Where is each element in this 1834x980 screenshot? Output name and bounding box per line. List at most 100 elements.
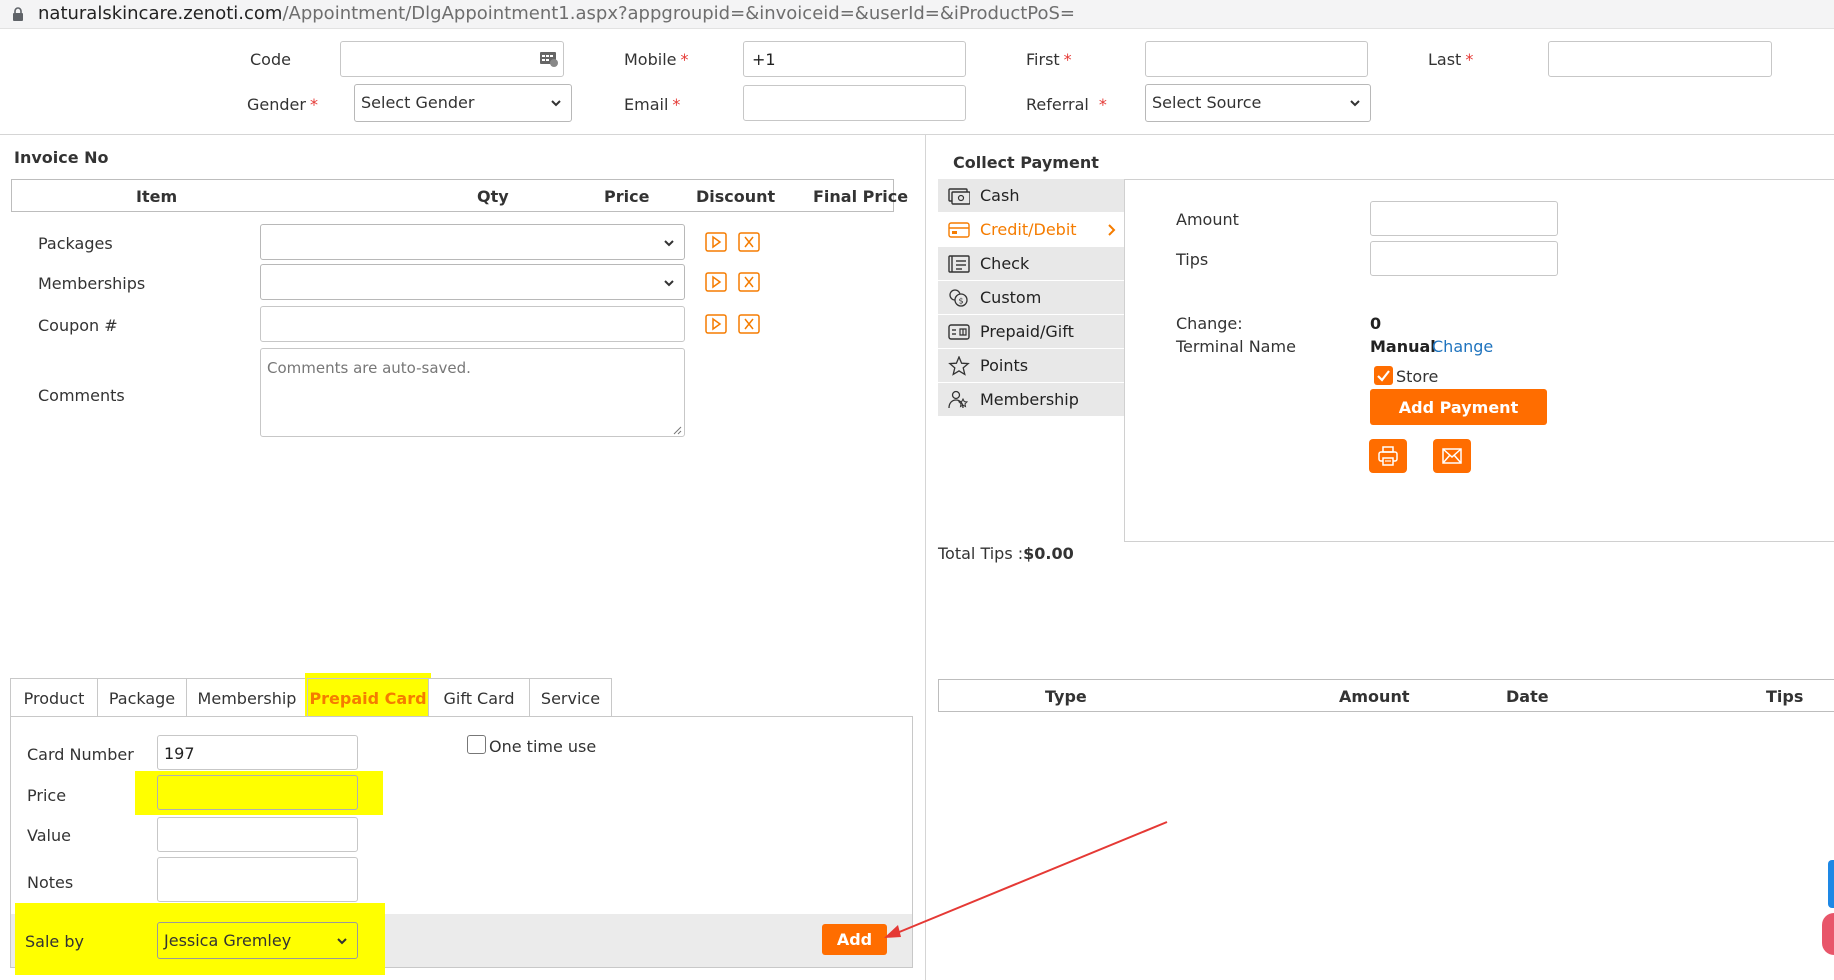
play-icon[interactable]	[705, 232, 727, 252]
play-icon[interactable]	[705, 272, 727, 292]
chat-widget[interactable]	[1822, 913, 1834, 955]
change-terminal-link[interactable]: Change	[1432, 337, 1493, 356]
tab-product[interactable]: Product	[10, 678, 98, 717]
tab-service[interactable]: Service	[529, 678, 612, 717]
one-time-use-label: One time use	[489, 737, 597, 756]
memberships-select[interactable]	[260, 264, 685, 300]
notes-input[interactable]	[157, 857, 358, 902]
side-widget[interactable]	[1828, 860, 1834, 908]
check-icon	[948, 255, 970, 273]
custom-payment-icon: $	[949, 289, 968, 307]
tab-package[interactable]: Package	[97, 678, 187, 717]
chevron-down-icon	[337, 938, 347, 945]
notes-label: Notes	[27, 873, 74, 892]
coupon-label: Coupon #	[38, 316, 118, 335]
mobile-input[interactable]: +1	[743, 41, 966, 77]
chevron-down-icon	[664, 240, 674, 247]
comments-textarea[interactable]: Comments are auto-saved.	[260, 348, 685, 437]
last-name-label: Last *	[1428, 50, 1474, 69]
remove-icon[interactable]	[738, 272, 760, 292]
payment-method-prepaid-gift[interactable]: Prepaid/Gift	[938, 315, 1124, 349]
card-number-label: Card Number	[27, 745, 134, 764]
referral-select[interactable]: Select Source	[1145, 84, 1371, 122]
svg-text:$: $	[959, 297, 964, 306]
first-name-input[interactable]	[1145, 41, 1368, 77]
payment-method-custom[interactable]: $ Custom	[938, 281, 1124, 315]
remove-icon[interactable]	[738, 314, 760, 334]
column-item: Item	[136, 187, 178, 206]
star-icon	[948, 356, 970, 376]
card-lookup-icon[interactable]	[539, 50, 559, 68]
email-label: Email *	[624, 95, 681, 114]
print-button[interactable]	[1369, 439, 1407, 473]
tab-membership[interactable]: Membership	[186, 678, 308, 717]
lock-icon	[13, 7, 23, 21]
tips-input[interactable]	[1370, 241, 1558, 276]
code-input[interactable]	[340, 41, 564, 77]
invoice-title: Invoice No	[14, 148, 109, 167]
column-final-price: Final Price	[813, 187, 909, 206]
payment-method-points[interactable]: Points	[938, 349, 1124, 383]
column-qty: Qty	[477, 187, 509, 206]
remove-icon[interactable]	[738, 232, 760, 252]
sale-by-label: Sale by	[25, 932, 84, 951]
referral-label: Referral *	[1026, 95, 1107, 114]
chevron-down-icon	[551, 100, 561, 107]
mobile-label: Mobile *	[624, 50, 689, 69]
collect-payment-title: Collect Payment	[953, 153, 1099, 172]
browser-url-bar[interactable]: naturalskincare.zenoti.com/Appointment/D…	[0, 0, 1834, 29]
email-receipt-button[interactable]	[1433, 439, 1471, 473]
email-input[interactable]	[743, 85, 966, 121]
gender-label: Gender *	[247, 95, 318, 114]
value-input[interactable]	[157, 817, 358, 852]
checkmark-icon	[1377, 370, 1390, 382]
amount-input[interactable]	[1370, 201, 1558, 236]
header-divider	[0, 134, 1834, 135]
resize-handle-icon[interactable]	[672, 425, 682, 435]
credit-card-icon	[948, 222, 970, 238]
column-amount: Amount	[1339, 687, 1410, 706]
sale-by-select[interactable]: Jessica Gremley	[157, 922, 358, 959]
payment-method-credit-debit[interactable]: Credit/Debit	[938, 213, 1124, 247]
column-discount: Discount	[696, 187, 776, 206]
invoice-table-header: Item Qty Price Discount Final Price	[11, 179, 908, 212]
add-button[interactable]: Add	[822, 924, 887, 955]
memberships-label: Memberships	[38, 274, 146, 293]
play-icon[interactable]	[705, 314, 727, 334]
card-number-input[interactable]: 197	[157, 735, 358, 770]
column-date: Date	[1506, 687, 1549, 706]
tab-prepaid-card[interactable]: Prepaid Card	[307, 678, 429, 717]
terminal-name-value: Manual	[1370, 337, 1436, 356]
column-tips: Tips	[1766, 687, 1804, 706]
chevron-down-icon	[664, 280, 674, 287]
gender-select[interactable]: Select Gender	[354, 84, 572, 122]
payment-method-cash[interactable]: Cash	[938, 179, 1124, 213]
amount-label: Amount	[1176, 210, 1239, 229]
add-payment-button[interactable]: Add Payment	[1370, 389, 1547, 425]
chevron-down-icon	[1350, 100, 1360, 107]
total-tips: Total Tips :$0.00	[938, 544, 1074, 563]
price-label: Price	[27, 786, 67, 805]
chevron-right-icon	[1108, 224, 1116, 236]
membership-icon	[948, 390, 969, 409]
store-checkbox[interactable]	[1374, 366, 1393, 385]
value-label: Value	[27, 826, 71, 845]
printer-icon	[1378, 446, 1398, 466]
payment-history-header: Type Amount Date Tips	[938, 679, 1834, 712]
one-time-use-checkbox[interactable]	[467, 735, 486, 754]
cash-icon	[948, 188, 970, 205]
annotation-arrow	[884, 821, 1168, 938]
coupon-input[interactable]	[260, 306, 685, 342]
envelope-icon	[1442, 448, 1462, 464]
last-name-input[interactable]	[1548, 41, 1772, 77]
payment-method-check[interactable]: Check	[938, 247, 1124, 281]
code-label: Code	[250, 50, 291, 69]
tab-gift-card[interactable]: Gift Card	[428, 678, 530, 717]
tips-label: Tips	[1176, 250, 1209, 269]
packages-select[interactable]	[260, 224, 685, 260]
price-input[interactable]	[157, 775, 358, 810]
url-text: naturalskincare.zenoti.com/Appointment/D…	[38, 3, 1076, 24]
payment-method-membership[interactable]: Membership	[938, 383, 1124, 417]
change-value: 0	[1370, 314, 1382, 333]
first-name-label: First *	[1026, 50, 1072, 69]
